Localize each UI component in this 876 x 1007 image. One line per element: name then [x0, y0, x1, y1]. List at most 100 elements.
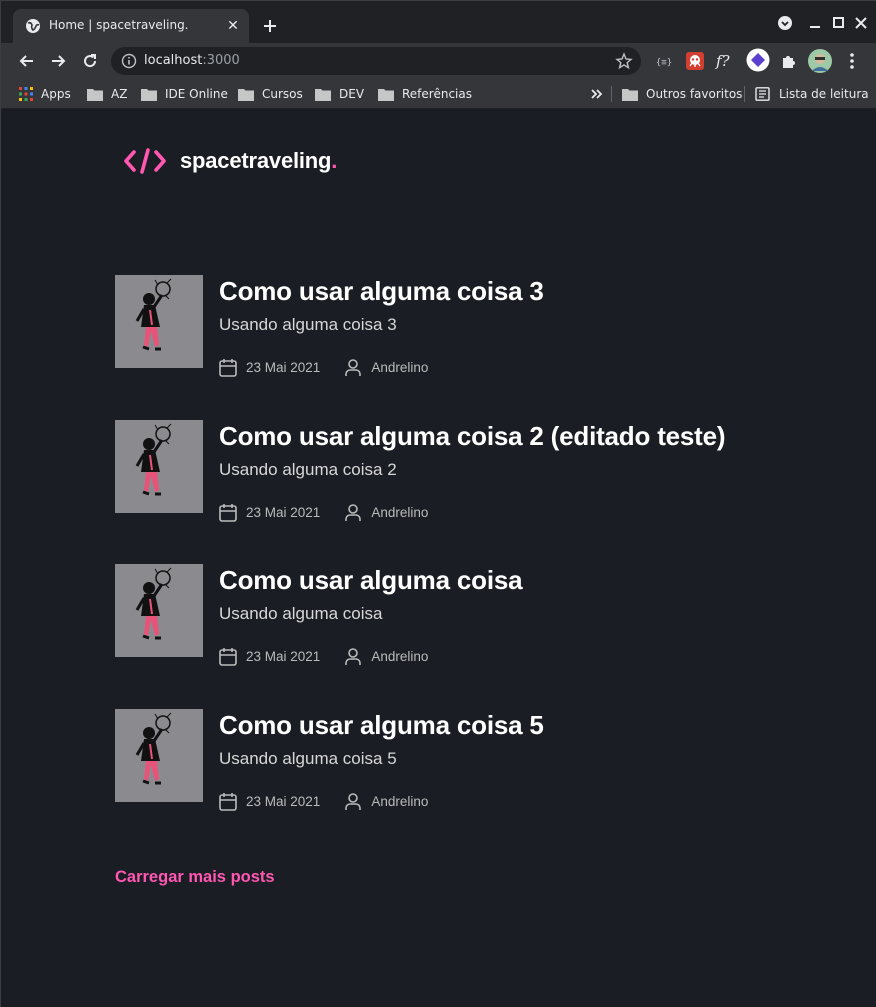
- post-thumbnail: [115, 275, 203, 368]
- puzzle-extensions-icon[interactable]: [778, 50, 800, 72]
- post-meta: 23 Mai 2021 Andrelino: [219, 646, 428, 666]
- post-date: 23 Mai 2021: [246, 648, 321, 664]
- folder-icon: [622, 89, 638, 101]
- astronaut-illustration-icon: [135, 278, 172, 351]
- post-date: 23 Mai 2021: [246, 793, 321, 809]
- site-logo[interactable]: spacetraveling.: [124, 147, 337, 175]
- browser-window: Home | spacetraveling. ✕ localhost:3000 …: [0, 0, 876, 1007]
- post-item[interactable]: Como usar alguma coisa 3 Usando alguma c…: [115, 275, 775, 377]
- reading-list-button[interactable]: Lista de leitura: [755, 85, 869, 103]
- post-title[interactable]: Como usar alguma coisa 2 (editado teste): [219, 421, 726, 452]
- astronaut-illustration-icon: [135, 423, 172, 496]
- post-subtitle: Usando alguma coisa 3: [219, 315, 397, 334]
- bookmark-label: Lista de leitura: [779, 87, 869, 101]
- page-content: spacetraveling. Como usar alguma coisa 3: [1, 109, 876, 1007]
- json-viewer-icon[interactable]: {≡}: [653, 50, 675, 72]
- post-title[interactable]: Como usar alguma coisa: [219, 565, 523, 596]
- bookmark-apps[interactable]: Apps: [19, 85, 71, 103]
- post-item[interactable]: Como usar alguma coisa 2 (editado teste)…: [115, 420, 775, 522]
- user-icon: [345, 503, 362, 521]
- bookmark-ide-online[interactable]: IDE Online: [141, 85, 228, 103]
- bookmark-label: Referências: [402, 87, 472, 101]
- bookmark-label: AZ: [111, 87, 128, 101]
- user-icon: [345, 358, 362, 376]
- profile-avatar-icon[interactable]: [808, 49, 832, 73]
- post-date: 23 Mai 2021: [246, 359, 321, 375]
- post-title[interactable]: Como usar alguma coisa 5: [219, 710, 544, 741]
- post-subtitle: Usando alguma coisa 2: [219, 460, 397, 479]
- post-author: Andrelino: [371, 504, 429, 520]
- bookmark-az[interactable]: AZ: [87, 85, 127, 103]
- bookmark-label: Outros favoritos: [646, 87, 743, 101]
- load-more-posts-link[interactable]: Carregar mais posts: [115, 868, 275, 887]
- address-bar[interactable]: localhost:3000: [111, 47, 641, 75]
- bookmark-label: Cursos: [262, 87, 303, 101]
- user-icon: [345, 647, 362, 665]
- bookmark-separator: [744, 86, 745, 102]
- folder-icon: [87, 89, 103, 101]
- post-author: Andrelino: [371, 359, 429, 375]
- chevron-double-right-icon[interactable]: [590, 88, 604, 100]
- code-brackets-icon: [124, 148, 166, 174]
- minimize-icon[interactable]: [807, 15, 823, 31]
- folder-icon: [238, 89, 254, 101]
- post-author: Andrelino: [371, 648, 429, 664]
- apps-grid-icon: [19, 87, 33, 101]
- post-item[interactable]: Como usar alguma coisa Usando alguma coi…: [115, 564, 775, 666]
- info-icon[interactable]: [121, 53, 137, 69]
- post-subtitle: Usando alguma coisa: [219, 604, 383, 623]
- close-window-icon[interactable]: [853, 15, 869, 31]
- bookmark-label: IDE Online: [165, 87, 228, 101]
- calendar-icon: [219, 358, 237, 377]
- calendar-icon: [219, 792, 237, 811]
- folder-icon: [315, 89, 331, 101]
- bookmarks-bar: Apps AZ IDE Online Cursos DEV Referência…: [1, 79, 876, 109]
- tab-search-icon[interactable]: [777, 15, 793, 31]
- reload-icon[interactable]: [80, 51, 100, 71]
- user-icon: [345, 792, 362, 810]
- tab-home[interactable]: Home | spacetraveling. ✕: [13, 9, 249, 43]
- logo-text: spacetraveling.: [180, 148, 338, 173]
- post-date: 23 Mai 2021: [246, 504, 321, 520]
- bookmark-dev[interactable]: DEV: [315, 85, 364, 103]
- bookmark-label: DEV: [339, 87, 365, 101]
- astronaut-illustration-icon: [135, 567, 172, 640]
- new-tab-icon[interactable]: [260, 16, 280, 36]
- svg-text:{≡}: {≡}: [656, 58, 672, 68]
- kebab-menu-icon[interactable]: [841, 50, 863, 72]
- calendar-icon: [219, 503, 237, 522]
- globe-icon: [26, 19, 40, 33]
- post-subtitle: Usando alguma coisa 5: [219, 749, 397, 768]
- octopus-extension-icon[interactable]: [684, 50, 706, 72]
- post-meta: 23 Mai 2021 Andrelino: [219, 502, 428, 522]
- tab-strip: Home | spacetraveling. ✕: [1, 1, 876, 43]
- reading-list-icon: [755, 87, 770, 101]
- bookmark-referencias[interactable]: Referências: [378, 85, 472, 103]
- calendar-icon: [219, 647, 237, 666]
- formula-extension-icon[interactable]: f?: [716, 50, 738, 72]
- bookmark-outros-favoritos[interactable]: Outros favoritos: [622, 85, 742, 103]
- bookmark-cursos[interactable]: Cursos: [238, 85, 303, 103]
- folder-icon: [141, 89, 157, 101]
- post-meta: 23 Mai 2021 Andrelino: [219, 357, 428, 377]
- maximize-icon[interactable]: [831, 15, 847, 31]
- bookmark-label: Apps: [41, 87, 71, 101]
- post-item[interactable]: Como usar alguma coisa 5 Usando alguma c…: [115, 709, 775, 811]
- astronaut-illustration-icon: [135, 712, 172, 785]
- post-thumbnail: [115, 564, 203, 657]
- post-author: Andrelino: [371, 793, 429, 809]
- tab-title: Home | spacetraveling.: [49, 18, 189, 32]
- layers-extension-icon[interactable]: [746, 48, 770, 72]
- post-title[interactable]: Como usar alguma coisa 3: [219, 276, 544, 307]
- folder-icon: [378, 89, 394, 101]
- back-arrow-icon[interactable]: [17, 51, 37, 71]
- tab-close-icon[interactable]: ✕: [225, 18, 241, 34]
- post-meta: 23 Mai 2021 Andrelino: [219, 791, 428, 811]
- url-text: localhost:3000: [144, 53, 240, 68]
- bookmark-star-icon[interactable]: [615, 52, 633, 70]
- post-thumbnail: [115, 420, 203, 513]
- post-thumbnail: [115, 709, 203, 802]
- browser-toolbar: localhost:3000 {≡} f?: [1, 43, 876, 79]
- forward-arrow-icon[interactable]: [48, 51, 68, 71]
- bookmark-separator: [611, 86, 612, 102]
